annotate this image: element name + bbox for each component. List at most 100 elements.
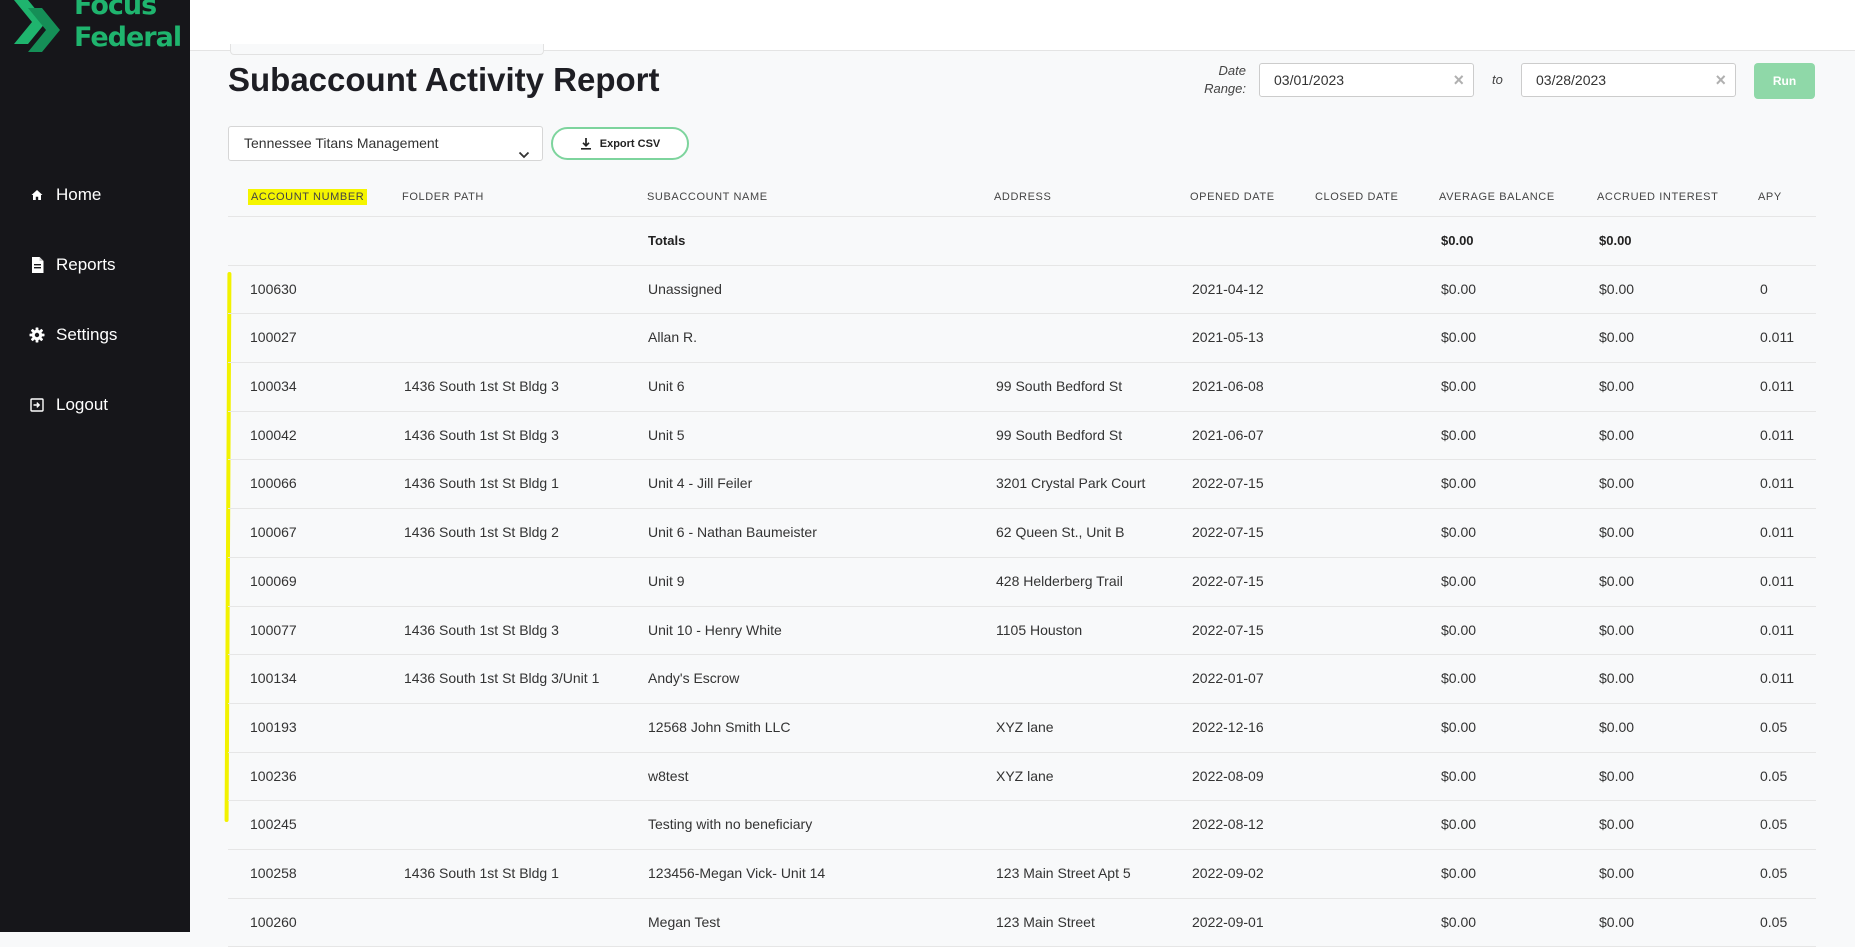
col-account-number[interactable]: ACCOUNT NUMBER — [248, 189, 368, 205]
cell-accrued-interest: $0.00 — [1599, 621, 1635, 638]
cell-subaccount-name: 12568 John Smith LLC — [648, 718, 791, 735]
chevron-down-icon — [518, 138, 530, 171]
cell-opened-date: 2022-07-15 — [1192, 572, 1264, 589]
cell-address: 99 South Bedford St — [996, 378, 1123, 395]
table-row[interactable]: 100066 1436 South 1st St Bldg 1 Unit 4 - J… — [228, 460, 1816, 510]
nav-label-reports: Reports — [56, 255, 116, 274]
col-apy[interactable]: APY — [1758, 178, 1782, 216]
nav-label-home: Home — [56, 185, 102, 204]
table-row[interactable]: 100630 Unassigned 2021-04-12 $0.00 $0.00 0 — [228, 266, 1816, 315]
cell-accrued-interest: $0.00 — [1599, 718, 1635, 735]
to-label: to — [1492, 72, 1503, 87]
cell-subaccount-name: Andy's Escrow — [648, 670, 740, 687]
cell-opened-date: 2022-07-15 — [1192, 621, 1264, 638]
col-address[interactable]: ADDRESS — [994, 178, 1051, 216]
chevron-logo-icon — [14, 0, 60, 52]
cell-opened-date: 2022-12-16 — [1192, 718, 1264, 735]
col-closed-date[interactable]: CLOSED DATE — [1315, 178, 1398, 216]
table-row[interactable]: 100077 1436 South 1st St Bldg 3 Unit 10 - … — [228, 607, 1816, 656]
sidebar: Focus Federal Home Reports Settings Logo… — [0, 0, 190, 932]
export-csv-button[interactable]: Export CSV — [551, 127, 689, 160]
cell-address: 62 Queen St., Unit B — [996, 524, 1125, 541]
cell-average-balance: $0.00 — [1441, 621, 1477, 638]
cell-opened-date: 2022-09-02 — [1192, 864, 1264, 881]
cell-account-number: 100193 — [250, 718, 297, 735]
end-date-input[interactable]: 03/28/2023 × — [1521, 63, 1736, 97]
cell-apy: 0.011 — [1760, 572, 1794, 589]
col-opened-date[interactable]: OPENED DATE — [1190, 178, 1275, 216]
table-row[interactable]: 100042 1436 South 1st St Bldg 3 Unit 5 99 S… — [228, 412, 1816, 461]
top-bar-tab — [230, 44, 544, 55]
document-icon — [28, 256, 46, 274]
nav-item-home[interactable]: Home — [0, 160, 190, 230]
cell-apy: 0.05 — [1760, 816, 1788, 833]
table-row[interactable]: 100069 Unit 9 428 Helderberg Trail 2022-07-… — [228, 558, 1816, 607]
col-average-balance[interactable]: AVERAGE BALANCE — [1439, 178, 1555, 216]
cell-apy: 0.05 — [1760, 767, 1788, 784]
cell-account-number: 100069 — [250, 572, 297, 589]
cell-address: XYZ lane — [996, 718, 1054, 735]
account-select[interactable]: Tennessee Titans Management — [228, 126, 543, 161]
cell-accrued-interest: $0.00 — [1599, 864, 1635, 881]
clear-start-date-icon[interactable]: × — [1453, 64, 1464, 96]
col-subaccount-name[interactable]: SUBACCOUNT NAME — [647, 178, 768, 216]
cell-account-number: 100067 — [250, 524, 297, 541]
page-title: Subaccount Activity Report — [228, 61, 660, 98]
col-folder-path[interactable]: FOLDER PATH — [402, 178, 484, 216]
cell-apy: 0.011 — [1760, 524, 1794, 541]
clear-end-date-icon[interactable]: × — [1715, 64, 1726, 96]
totals-row: Totals $0.00 $0.00 — [228, 217, 1816, 266]
cell-subaccount-name: Unit 6 - Nathan Baumeister — [648, 524, 817, 541]
cell-apy: 0.011 — [1760, 670, 1794, 687]
cell-apy: 0.011 — [1760, 426, 1794, 443]
table-header: ACCOUNT NUMBER FOLDER PATH SUBACCOUNT NA… — [228, 178, 1816, 217]
cell-opened-date: 2021-04-12 — [1192, 280, 1264, 297]
date-range-label-line-2: Range: — [1204, 81, 1246, 96]
cell-average-balance: $0.00 — [1441, 913, 1477, 930]
table-row[interactable]: 100236 w8test XYZ lane 2022-08-09 $0.00 $0.00… — [228, 753, 1816, 802]
cell-opened-date: 2022-08-09 — [1192, 767, 1264, 784]
cell-average-balance: $0.00 — [1441, 378, 1477, 395]
cell-subaccount-name: Unit 5 — [648, 426, 685, 443]
nav-label-settings: Settings — [56, 325, 118, 344]
run-button[interactable]: Run — [1754, 63, 1815, 99]
brand-line-2: Federal — [74, 22, 182, 53]
table-row[interactable]: 100027 Allan R. 2021-05-13 $0.00 $0.00 0.011 — [228, 314, 1816, 364]
col-accrued-interest[interactable]: ACCRUED INTEREST — [1597, 178, 1718, 216]
cell-subaccount-name: Unit 9 — [648, 572, 685, 589]
cell-average-balance: $0.00 — [1441, 329, 1477, 346]
table-row[interactable]: 100067 1436 South 1st St Bldg 2 Unit 6 - N… — [228, 509, 1816, 558]
cell-address: XYZ lane — [996, 767, 1054, 784]
start-date-input[interactable]: 03/01/2023 × — [1259, 63, 1474, 97]
nav-item-logout[interactable]: Logout — [0, 370, 190, 440]
cell-account-number: 100630 — [250, 280, 297, 297]
cell-apy: 0.05 — [1760, 913, 1788, 930]
export-csv-label: Export CSV — [599, 137, 661, 150]
table-row[interactable]: 100245 Testing with no beneficiary 2022-08… — [228, 801, 1816, 850]
cell-address: 99 South Bedford St — [996, 426, 1123, 443]
table-row[interactable]: 100260 Megan Test 123 Main Street 2022-09-0… — [228, 899, 1816, 947]
cell-subaccount-name: Unit 6 — [648, 378, 685, 395]
cell-apy: 0.011 — [1760, 378, 1794, 395]
cell-accrued-interest: $0.00 — [1599, 378, 1635, 395]
cell-opened-date: 2022-08-12 — [1192, 816, 1264, 833]
nav-item-settings[interactable]: Settings — [0, 300, 190, 370]
cell-account-number: 100034 — [250, 378, 297, 395]
table-row[interactable]: 100034 1436 South 1st St Bldg 3 Unit 6 99 S… — [228, 363, 1816, 412]
table-row[interactable]: 100258 1436 South 1st St Bldg 1 123456-Meg… — [228, 850, 1816, 899]
date-range-label-line-1: Date — [1218, 63, 1246, 78]
nav-item-reports[interactable]: Reports — [0, 230, 190, 300]
table-row[interactable]: 100134 1436 South 1st St Bldg 3/Unit 1 And… — [228, 655, 1816, 704]
cell-opened-date: 2021-06-07 — [1192, 426, 1264, 443]
cell-accrued-interest: $0.00 — [1599, 767, 1635, 784]
cell-folder-path: 1436 South 1st St Bldg 2 — [404, 524, 559, 541]
top-bar — [190, 0, 1855, 55]
brand-name: Focus Federal — [74, 0, 182, 54]
cell-apy: 0 — [1760, 280, 1768, 297]
table-row[interactable]: 100193 12568 John Smith LLC XYZ lane 2022-1… — [228, 704, 1816, 753]
brand-logo[interactable]: Focus Federal — [14, 0, 184, 60]
start-date-value: 03/01/2023 — [1274, 72, 1345, 88]
cell-account-number: 100042 — [250, 426, 297, 443]
cell-accrued-interest: $0.00 — [1599, 816, 1635, 833]
cell-account-number: 100027 — [250, 329, 297, 346]
